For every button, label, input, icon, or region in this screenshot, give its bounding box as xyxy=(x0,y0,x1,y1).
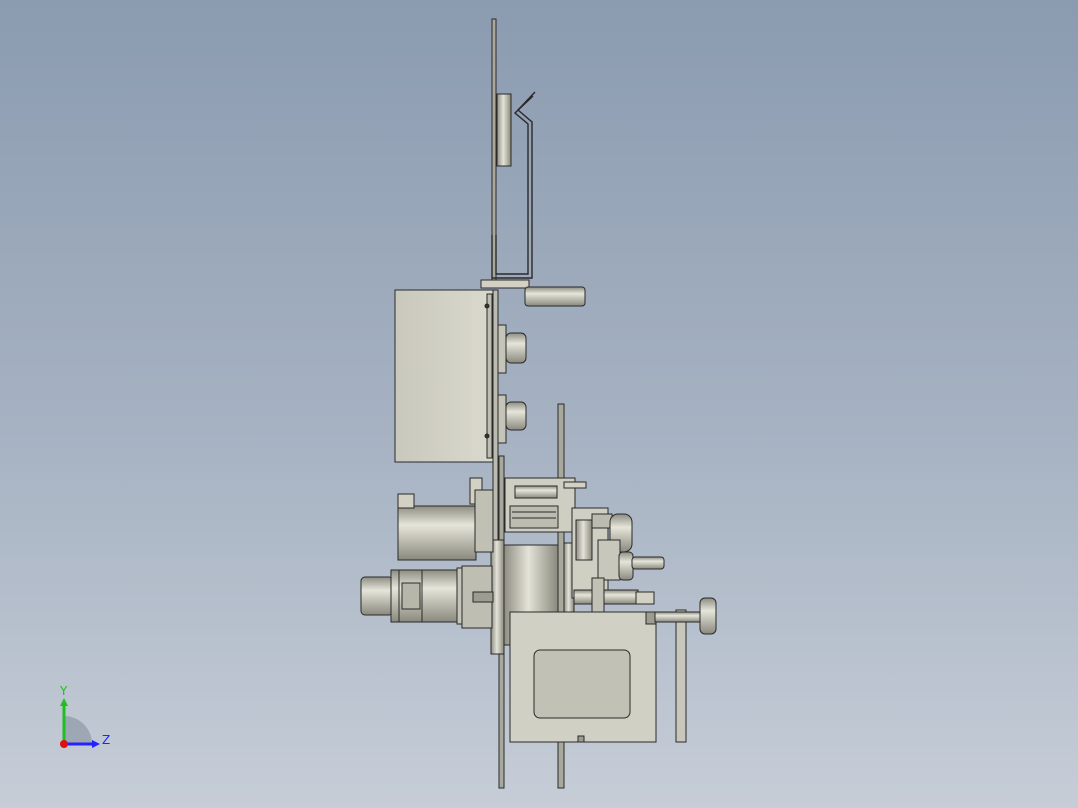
control-box xyxy=(394,289,494,463)
servo-motor-cap xyxy=(360,576,394,616)
knob-upper xyxy=(497,324,507,374)
adjusting-bracket xyxy=(675,609,687,743)
x-axis-dot xyxy=(60,740,68,748)
y-axis-label: Y xyxy=(59,684,68,698)
cad-graphics-viewport[interactable]: Y Z xyxy=(0,0,1078,808)
coordinate-triad: Y Z xyxy=(59,684,110,748)
lower-drive-shaft xyxy=(573,589,639,605)
upper-shaft xyxy=(524,286,586,307)
upper-bracket xyxy=(480,279,530,289)
stepper-motor xyxy=(397,505,477,561)
side-knob xyxy=(618,551,634,581)
adjusting-handwheel xyxy=(699,597,717,635)
base-frame-window xyxy=(533,649,631,719)
z-axis-label: Z xyxy=(102,733,110,747)
upper-reel-hub xyxy=(496,93,512,167)
knob-lower xyxy=(497,394,507,444)
servo-motor-body xyxy=(390,569,460,623)
machine-assembly-model[interactable] xyxy=(0,0,1078,808)
